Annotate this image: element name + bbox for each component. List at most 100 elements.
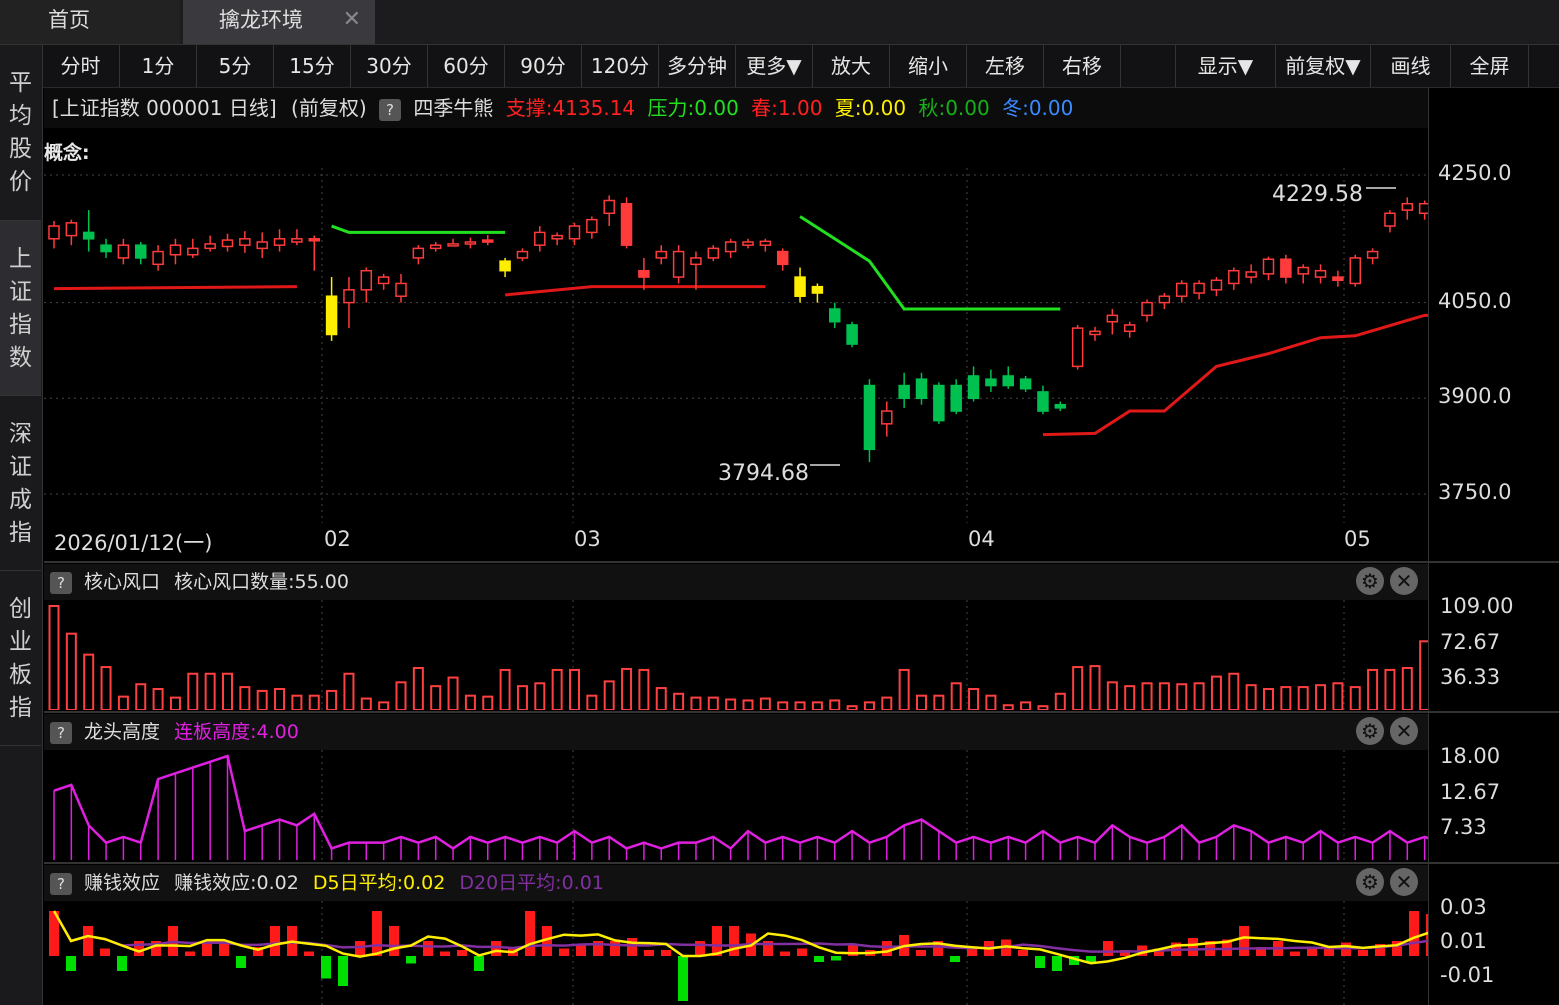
candle-body	[152, 250, 164, 266]
tab-qinlong[interactable]: 擒龙环境 ✕	[183, 0, 375, 44]
candle-body	[829, 308, 841, 323]
hotspot-bar	[360, 697, 372, 710]
hotspot-bar	[1263, 688, 1274, 710]
toolbar-button-13[interactable]: 右移	[1044, 45, 1121, 87]
profit-bar	[491, 941, 501, 956]
hotspot-bar	[1020, 701, 1032, 710]
hotspot-bar	[395, 681, 407, 710]
y-tick-label: 7.33	[1440, 815, 1487, 839]
sidebar-item-0[interactable]: 平均股价	[0, 45, 41, 221]
toolbar-button-4[interactable]: 30分	[351, 45, 428, 87]
candle-body	[586, 218, 598, 234]
period-toolbar: 分时 1分 5分 15分 30分 60分 90分 120分 多分钟 更多▼ 放大 缩小 左移 右移 显示▼ 前…	[42, 45, 1559, 88]
toolbar-button-7[interactable]: 120分	[582, 45, 659, 87]
candle-body	[343, 289, 355, 304]
hotspot-bar	[1072, 666, 1084, 710]
toolbar-button-16[interactable]: 前复权▼	[1276, 45, 1371, 87]
profit-bar	[831, 956, 841, 961]
hotspot-bar	[447, 676, 459, 710]
gear-icon[interactable]: ⚙	[1356, 717, 1384, 745]
candle-body	[1123, 324, 1136, 333]
hotspot-bar	[256, 689, 268, 710]
toolbar-button-15[interactable]: 显示▼	[1176, 45, 1276, 87]
gear-icon[interactable]: ⚙	[1356, 567, 1384, 595]
close-icon[interactable]: ✕	[343, 0, 361, 40]
gear-icon[interactable]: ⚙	[1356, 868, 1384, 896]
hotspot-bar	[603, 680, 615, 710]
toolbar-button-11[interactable]: 缩小	[890, 45, 967, 87]
toolbar-button-6[interactable]: 90分	[505, 45, 582, 87]
panel-value: 连板高度:4.00	[174, 721, 299, 743]
adjust-mode: (前复权)	[291, 96, 367, 120]
toolbar-button-8[interactable]: 多分钟	[659, 45, 736, 87]
candle-body	[707, 247, 720, 259]
toolbar-button-2[interactable]: 5分	[197, 45, 274, 87]
help-button[interactable]: ?	[379, 98, 401, 121]
help-button[interactable]: ?	[50, 721, 72, 744]
hotspot-bar	[1210, 675, 1222, 710]
toolbar-button-10[interactable]: 放大	[813, 45, 890, 87]
profit-bar	[729, 926, 739, 956]
toolbar-button-17[interactable]: 画线	[1371, 45, 1451, 87]
candle-body	[291, 238, 303, 243]
profit-bar	[1035, 956, 1045, 968]
candle-body	[1054, 403, 1067, 409]
candle-body	[1262, 258, 1275, 275]
profit-bar	[678, 956, 688, 1001]
toolbar-button-3[interactable]: 15分	[274, 45, 351, 87]
toolbar-button-5[interactable]: 60分	[428, 45, 505, 87]
toolbar-button-9[interactable]: 更多▼	[736, 45, 813, 87]
hotspot-bar	[933, 694, 945, 710]
close-icon[interactable]: ✕	[1390, 717, 1418, 745]
candle-body	[672, 250, 685, 278]
y-tick-label: 72.67	[1440, 630, 1501, 654]
candle-body	[1106, 314, 1119, 323]
hotspot-bar	[274, 688, 286, 710]
candle-body	[655, 250, 667, 259]
profit-bar	[100, 948, 110, 956]
hotspot-bar	[48, 605, 60, 710]
hotspot-bar	[1002, 704, 1014, 710]
main-y-axis: 4250.0 4050.0 3900.0 3750.0	[1428, 128, 1559, 523]
candle-body	[117, 244, 130, 259]
profit-bar	[66, 956, 76, 971]
spring-value: 春:1.00	[751, 96, 823, 120]
summer-value: 夏:0.00	[834, 96, 907, 120]
toolbar-button-0[interactable]: 分时	[42, 45, 120, 87]
profit-bar	[525, 911, 535, 956]
close-icon[interactable]: ✕	[1390, 567, 1418, 595]
panel3-y-axis: 0.03 0.01 -0.01	[1428, 895, 1559, 1005]
close-icon[interactable]: ✕	[1390, 868, 1418, 896]
candle-body	[169, 244, 182, 256]
hotspot-bar	[1158, 682, 1170, 710]
help-button[interactable]: ?	[50, 571, 72, 594]
sidebar-item-1[interactable]: 上证指数	[0, 221, 41, 396]
candle-body	[534, 231, 546, 246]
sidebar-item-2[interactable]: 深证成指	[0, 396, 41, 571]
profit-bar	[780, 951, 790, 956]
tab-home[interactable]: 首页	[0, 0, 180, 44]
profit-bar	[950, 956, 960, 962]
candle-body	[429, 244, 442, 250]
hotspot-bar	[794, 701, 806, 710]
sidebar-item-3[interactable]: 创业板指	[0, 571, 41, 746]
hotspot-bar	[1280, 686, 1292, 710]
hotspot-bar	[83, 653, 95, 710]
leader-height-chart	[53, 750, 1428, 860]
candle-body	[690, 257, 702, 266]
candle-body	[1176, 282, 1188, 297]
leader-height-line	[53, 754, 1428, 851]
profit-bar	[882, 941, 892, 956]
core-hotspot-chart	[48, 600, 1428, 710]
help-button[interactable]: ?	[50, 872, 72, 895]
hotspot-bar	[308, 694, 320, 710]
candle-body	[239, 238, 251, 246]
candle-body	[447, 243, 459, 247]
panel2-y-axis: 18.00 12.67 7.33	[1428, 744, 1559, 860]
candlestick-chart[interactable]: 4229.58 3794.68	[44, 128, 1428, 523]
toolbar-button-1[interactable]: 1分	[120, 45, 197, 87]
profit-bar	[1290, 951, 1300, 956]
toolbar-button-18[interactable]: 全屏	[1451, 45, 1529, 87]
toolbar-button-12[interactable]: 左移	[967, 45, 1044, 87]
hotspot-bar	[1106, 681, 1118, 710]
